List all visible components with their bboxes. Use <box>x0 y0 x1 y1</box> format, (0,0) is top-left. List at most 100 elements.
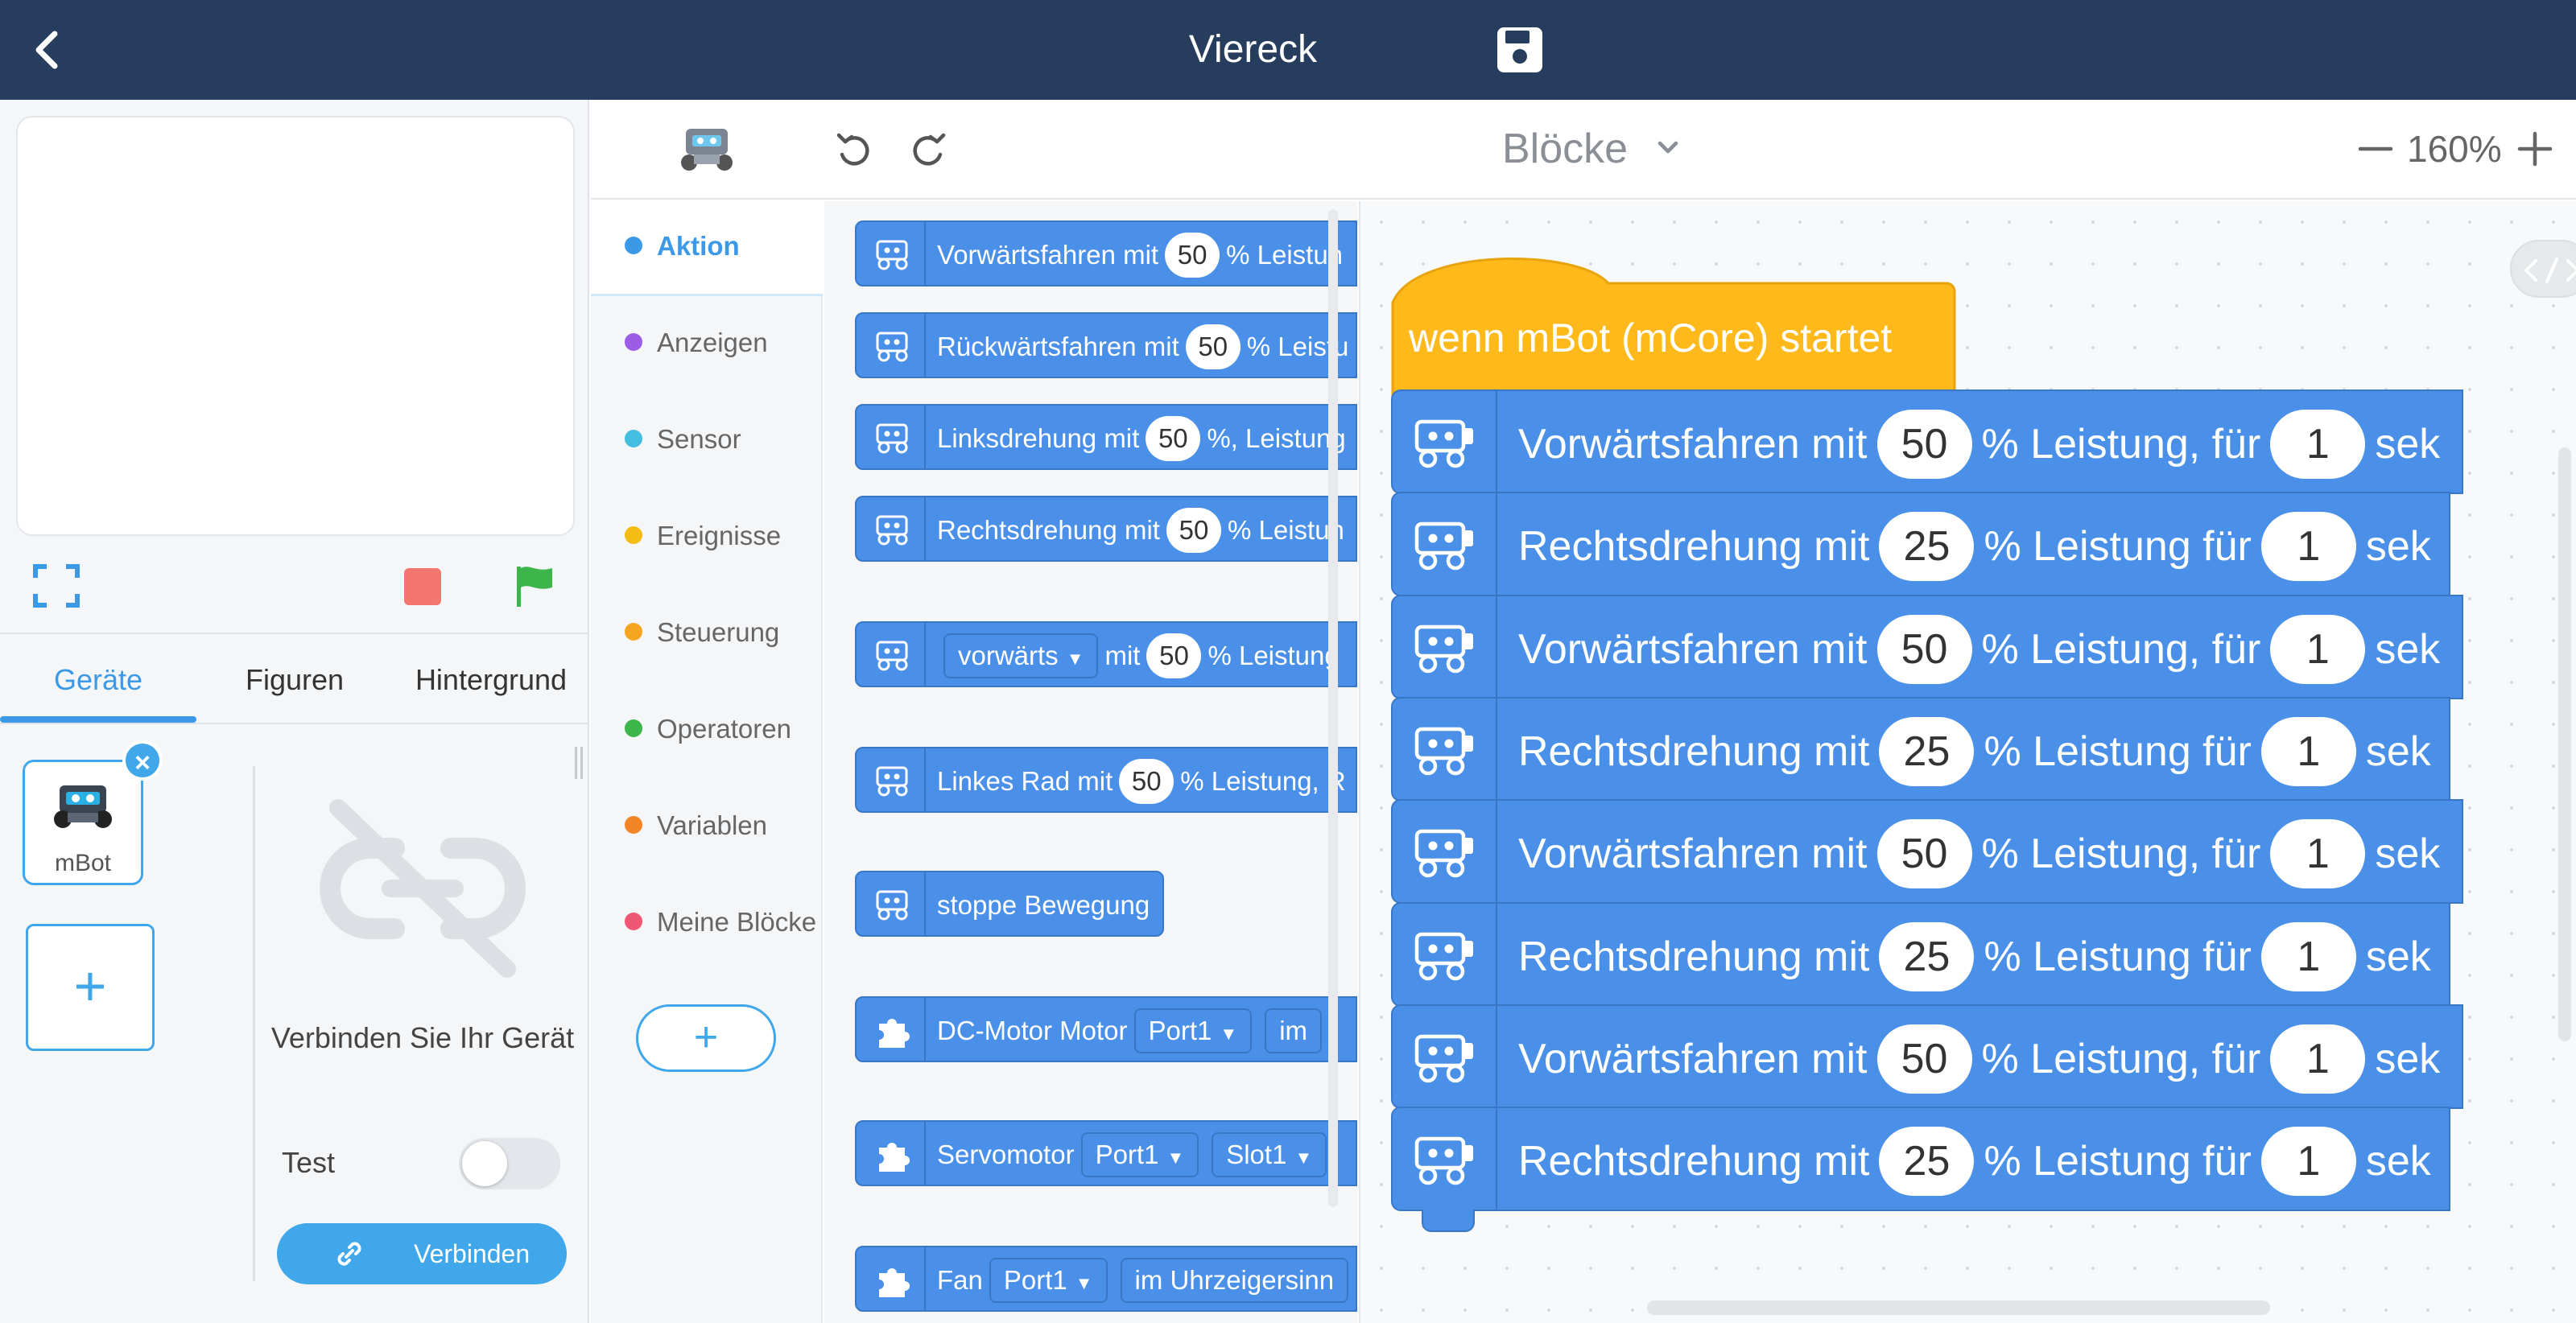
palette-block-forward[interactable]: Vorwärtsfahren mit 50% Leistun <box>855 220 1357 286</box>
canvas-vertical-scrollbar[interactable] <box>2558 447 2571 1041</box>
power-input[interactable]: 50 <box>1146 416 1201 462</box>
block-text: % Leistung für <box>1984 1138 2252 1185</box>
script-block-forward[interactable]: Vorwärtsfahren mit 50% Leistung, für 1 sek <box>1391 1004 2463 1109</box>
block-text: Vorwärtsfahren mit <box>1518 421 1868 468</box>
divider <box>253 766 255 1281</box>
save-button[interactable] <box>1494 24 1546 76</box>
duration-input[interactable]: 1 <box>2260 717 2356 787</box>
script-block-turn-right[interactable]: Rechtsdrehung mit 25% Leistung für 1 sek <box>1391 697 2450 802</box>
green-flag-button[interactable] <box>512 563 557 608</box>
category-label: Operatoren <box>657 714 791 744</box>
duration-input[interactable]: 1 <box>2260 922 2356 992</box>
palette-block-stop[interactable]: stoppe Bewegung <box>855 871 1164 937</box>
power-input[interactable]: 25 <box>1879 1127 1975 1197</box>
tab-sprites[interactable]: Figuren <box>196 636 393 724</box>
palette-block-turn-left[interactable]: Linksdrehung mit 50%, Leistung <box>855 404 1357 470</box>
power-input[interactable]: 50 <box>1119 759 1174 805</box>
dropdown-value: Port1 <box>1095 1140 1159 1170</box>
palette-block-left-wheel[interactable]: Linkes Rad mit 50% Leistung, R <box>855 747 1357 813</box>
power-input[interactable]: 50 <box>1876 615 1972 685</box>
script-block-turn-right[interactable]: Rechtsdrehung mit 25% Leistung für 1 sek <box>1391 1107 2450 1211</box>
power-input[interactable]: 25 <box>1879 922 1975 992</box>
robot-icon <box>1393 801 1497 902</box>
port-dropdown[interactable]: Port1 ▼ <box>1080 1132 1199 1178</box>
script-block-turn-right[interactable]: Rechtsdrehung mit 25% Leistung für 1 sek <box>1391 902 2450 1007</box>
editor-mode-select[interactable]: Blöcke <box>1502 121 1628 177</box>
script-block-forward[interactable]: Vorwärtsfahren mit 50% Leistung, für 1 sek <box>1391 799 2463 904</box>
connect-button[interactable]: Verbinden <box>277 1223 567 1284</box>
power-input[interactable]: 25 <box>1879 512 1975 582</box>
project-title[interactable]: Viereck <box>0 0 2506 100</box>
robot-icon <box>1393 699 1497 800</box>
stage-preview[interactable] <box>16 116 575 536</box>
code-icon <box>2524 258 2576 283</box>
palette-block-dc-motor[interactable]: DC-Motor Motor Port1 ▼ im <box>855 996 1357 1062</box>
duration-input[interactable]: 1 <box>2260 512 2356 582</box>
palette-block-servo[interactable]: Servomotor Port1 ▼ Slot1 ▼ <box>855 1120 1357 1186</box>
robot-icon <box>861 314 926 377</box>
minus-icon <box>2358 146 2393 151</box>
category-anzeigen[interactable]: Anzeigen <box>625 319 768 367</box>
duration-input[interactable]: 1 <box>2260 1127 2356 1197</box>
direction-dropdown[interactable]: im <box>1265 1008 1323 1054</box>
palette-block-fan[interactable]: Fan Port1 ▼ im Uhrzeigersinn <box>855 1246 1357 1312</box>
plus-icon <box>2517 131 2553 167</box>
power-input[interactable]: 50 <box>1166 508 1221 554</box>
script-block-forward[interactable]: Vorwärtsfahren mit 50% Leistung, für 1 sek <box>1391 595 2463 699</box>
stop-button[interactable] <box>404 568 441 605</box>
power-input[interactable]: 50 <box>1876 819 1972 889</box>
power-input[interactable]: 50 <box>1876 1024 1972 1094</box>
tab-backgrounds[interactable]: Hintergrund <box>393 636 589 724</box>
direction-dropdown[interactable]: vorwärts ▼ <box>943 633 1099 679</box>
category-steuerung[interactable]: Steuerung <box>625 608 779 657</box>
test-mode-toggle[interactable] <box>459 1138 560 1189</box>
palette-block-backward[interactable]: Rückwärtsfahren mit 50% Leistu <box>855 312 1357 378</box>
panel-resize-handle[interactable] <box>573 745 584 781</box>
duration-input[interactable]: 1 <box>2270 615 2366 685</box>
duration-input[interactable]: 1 <box>2270 410 2366 480</box>
category-operatoren[interactable]: Operatoren <box>625 705 791 753</box>
block-text: Rechtsdrehung mit <box>1518 934 1870 981</box>
zoom-in-button[interactable] <box>2515 129 2555 169</box>
mbot-robot-icon <box>48 777 118 830</box>
fullscreen-button[interactable] <box>32 563 80 608</box>
category-variablen[interactable]: Variablen <box>625 802 767 850</box>
zoom-out-button[interactable] <box>2355 129 2396 169</box>
category-aktion[interactable]: Aktion <box>625 222 740 270</box>
script-block-turn-right[interactable]: Rechtsdrehung mit 25% Leistung für 1 sek <box>1391 492 2450 596</box>
power-input[interactable]: 25 <box>1879 717 1975 787</box>
add-extension-button[interactable]: + <box>636 1004 776 1072</box>
undo-button[interactable] <box>834 130 873 169</box>
block-text: Rechtsdrehung mit <box>1518 1138 1870 1185</box>
category-meine-bloecke[interactable]: Meine Blöcke <box>625 898 816 946</box>
script-block-forward[interactable]: Vorwärtsfahren mit 50% Leistung, für 1 sek <box>1391 389 2463 494</box>
canvas-horizontal-scrollbar[interactable] <box>1647 1300 2270 1315</box>
caret-down-icon: ▼ <box>1166 1148 1185 1168</box>
power-input[interactable]: 50 <box>1876 410 1972 480</box>
power-input[interactable]: 50 <box>1165 233 1220 278</box>
add-device-button[interactable]: + <box>26 924 155 1051</box>
power-input[interactable]: 50 <box>1146 633 1202 679</box>
caret-down-icon: ▼ <box>1220 1024 1238 1045</box>
port-dropdown[interactable]: Port1 ▼ <box>989 1258 1108 1304</box>
block-text: Vorwärtsfahren mit <box>1518 1036 1868 1083</box>
category-dot <box>625 333 642 352</box>
direction-dropdown[interactable]: im Uhrzeigersinn <box>1120 1258 1349 1304</box>
palette-block-move-direction[interactable]: vorwärts ▼ mit 50% Leistung <box>855 621 1357 687</box>
power-input[interactable]: 50 <box>1185 324 1241 370</box>
redo-icon <box>913 133 946 166</box>
duration-input[interactable]: 1 <box>2270 819 2366 889</box>
redo-button[interactable] <box>910 130 948 169</box>
category-ereignisse[interactable]: Ereignisse <box>625 512 781 560</box>
palette-scrollbar[interactable] <box>1328 209 1338 1207</box>
port-dropdown[interactable]: Port1 ▼ <box>1133 1008 1253 1054</box>
chevron-down-icon[interactable] <box>1652 137 1684 161</box>
slot-dropdown[interactable]: Slot1 ▼ <box>1212 1132 1327 1178</box>
tab-devices[interactable]: Geräte <box>0 636 196 724</box>
remove-device-button[interactable]: × <box>122 740 163 781</box>
robot-sprite-icon[interactable] <box>676 122 737 174</box>
code-view-toggle[interactable] <box>2510 240 2576 298</box>
duration-input[interactable]: 1 <box>2270 1024 2366 1094</box>
palette-block-turn-right[interactable]: Rechtsdrehung mit 50% Leistun <box>855 496 1357 562</box>
category-sensor[interactable]: Sensor <box>625 415 741 464</box>
